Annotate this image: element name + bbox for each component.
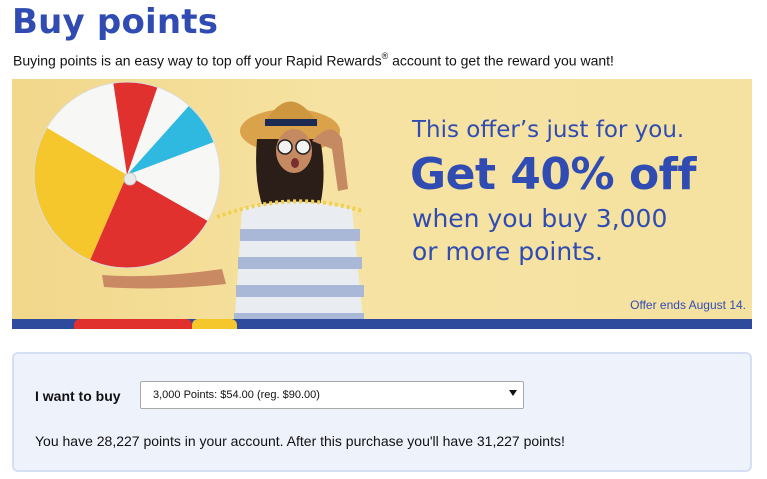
page-title: Buy points: [12, 2, 219, 42]
offer-condition-line1: when you buy 3,000: [412, 204, 668, 233]
subtitle-text-end: account to get the reward you want!: [388, 52, 614, 69]
buy-label: I want to buy: [35, 388, 121, 404]
points-summary: You have 28,227 points in your account. …: [35, 433, 565, 449]
offer-condition-line2: or more points.: [412, 237, 603, 266]
beach-ball-image: [33, 81, 221, 269]
registered-mark: ®: [381, 51, 389, 61]
chevron-down-icon: [509, 390, 517, 396]
points-select-value: 3,000 Points: $54.00 (reg. $90.00): [153, 389, 320, 401]
subtitle-text: Buying points is an easy way to top off …: [13, 52, 382, 69]
points-select[interactable]: 3,000 Points: $54.00 (reg. $90.00): [140, 381, 524, 409]
offer-discount: Get 40% off: [410, 149, 696, 200]
purchase-panel: I want to buy 3,000 Points: $54.00 (reg.…: [12, 352, 752, 472]
banner-stripe-red: [74, 319, 192, 329]
offer-expiry: Offer ends August 14.: [630, 298, 746, 312]
promo-banner[interactable]: This offer’s just for you. Get 40% off w…: [12, 79, 752, 329]
page-subtitle: Buying points is an easy way to top off …: [13, 51, 614, 69]
offer-headline: This offer’s just for you.: [412, 117, 685, 143]
banner-illustration: [33, 81, 364, 329]
banner-stripe-yellow: [192, 319, 237, 329]
